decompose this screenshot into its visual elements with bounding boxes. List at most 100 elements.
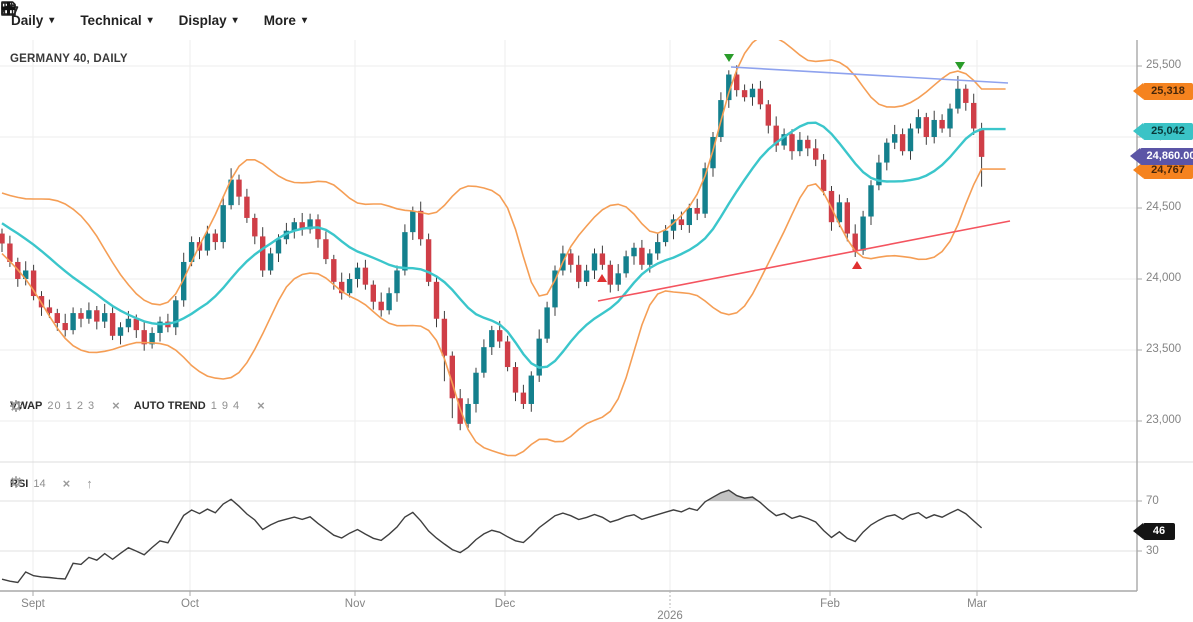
- candle-body: [465, 404, 470, 424]
- candle-body: [639, 248, 644, 265]
- candle-body: [371, 285, 376, 302]
- candle-body: [529, 376, 534, 404]
- candle-body: [513, 367, 518, 393]
- candle-body: [963, 89, 968, 103]
- x-axis-month-label: Mar: [967, 598, 987, 610]
- sell-signal-marker: [724, 54, 734, 62]
- x-axis-month-label: Sept: [21, 598, 45, 610]
- candle-body: [939, 120, 944, 129]
- rsi-badge-arrow: [1133, 523, 1143, 539]
- candle-body: [102, 313, 107, 322]
- vwap-indicator-params: 20 1 2 3: [47, 400, 95, 412]
- candle-body: [813, 148, 818, 159]
- candle-body: [0, 234, 5, 244]
- candle-body: [789, 134, 794, 151]
- auto-trend-indicator-params: 1 9 4: [211, 400, 240, 412]
- instrument-title: GERMANY 40, DAILY: [10, 53, 128, 65]
- candle-body: [323, 239, 328, 259]
- candle-body: [766, 104, 771, 125]
- candle-body: [379, 302, 384, 311]
- vwap-indicator-row: VWAP 20 1 2 3 × AUTO TREND 1 9 4 ×: [10, 400, 271, 412]
- candle-body: [947, 109, 952, 129]
- candle-body: [568, 253, 573, 264]
- candle-body: [916, 117, 921, 128]
- candle-body: [663, 231, 668, 242]
- candle-body: [900, 134, 905, 151]
- price-tag-arrow: [1130, 148, 1140, 164]
- candle-body: [576, 265, 581, 282]
- x-axis-month-label: Oct: [181, 598, 199, 610]
- candle-body: [213, 234, 218, 243]
- candle-body: [979, 128, 984, 156]
- rsi-line: [2, 490, 982, 582]
- candle-body: [489, 330, 494, 347]
- candle-body: [955, 89, 960, 109]
- x-axis-month-label: Feb: [820, 598, 840, 610]
- price-tag-arrow: [1133, 123, 1143, 139]
- price-tag: 25,318: [1143, 83, 1193, 100]
- candle-body: [78, 313, 83, 319]
- candle-body: [884, 143, 889, 163]
- candle-body: [750, 89, 755, 98]
- candle-body: [363, 268, 368, 285]
- candle-body: [442, 319, 447, 356]
- candle-body: [860, 217, 865, 251]
- arrow-up-icon[interactable]: ↑: [86, 476, 93, 491]
- candle-body: [647, 253, 652, 264]
- close-icon[interactable]: ×: [257, 401, 265, 411]
- candle-body: [268, 253, 273, 270]
- candle-body: [434, 282, 439, 319]
- candle-body: [410, 211, 415, 232]
- candle-body: [631, 248, 636, 257]
- x-axis-month-label: Dec: [495, 598, 515, 610]
- candle-body: [908, 128, 913, 151]
- candle-body: [537, 339, 542, 376]
- vwap-lower-band: [2, 169, 1006, 456]
- y-axis-label: 24,000: [1146, 272, 1181, 284]
- candle-body: [742, 90, 747, 97]
- candle-body: [623, 256, 628, 273]
- y-axis-label: 23,500: [1146, 343, 1181, 355]
- price-chart-canvas[interactable]: [0, 0, 1193, 617]
- close-icon[interactable]: ×: [63, 479, 71, 489]
- close-icon[interactable]: ×: [112, 401, 120, 411]
- candle-body: [70, 313, 75, 330]
- rsi-level-30: 30: [1146, 545, 1159, 557]
- candle-body: [687, 208, 692, 225]
- candle-body: [616, 273, 621, 284]
- candle-body: [655, 242, 660, 253]
- candle-body: [94, 310, 99, 321]
- candle-body: [386, 293, 391, 310]
- candle-body: [63, 323, 68, 330]
- candle-body: [86, 310, 91, 319]
- rsi-indicator-row: RSI 14 × ↑: [10, 476, 93, 491]
- candle-body: [695, 208, 700, 214]
- candle-body: [134, 319, 139, 330]
- rsi-level-70: 70: [1146, 495, 1159, 507]
- candle-body: [473, 373, 478, 404]
- candle-body: [252, 218, 257, 236]
- candle-body: [426, 239, 431, 282]
- candle-body: [608, 265, 613, 285]
- candle-body: [126, 319, 131, 328]
- candle-body: [758, 89, 763, 105]
- candle-body: [505, 341, 510, 367]
- candle-body: [845, 202, 850, 233]
- candle-body: [932, 120, 937, 137]
- candle-body: [497, 330, 502, 341]
- candle-body: [544, 307, 549, 338]
- y-axis-label: 25,500: [1146, 59, 1181, 71]
- price-tag-arrow: [1133, 83, 1143, 99]
- price-tag: 24,860.00: [1140, 148, 1193, 165]
- candle-body: [110, 313, 115, 336]
- y-axis-label: 23,000: [1146, 414, 1181, 426]
- candle-body: [797, 140, 802, 151]
- candle-body: [521, 393, 526, 404]
- candle-body: [418, 211, 423, 239]
- candle-body: [600, 253, 605, 264]
- candle-body: [260, 236, 265, 270]
- x-axis-year-label: 2026: [657, 610, 683, 622]
- candle-body: [244, 197, 249, 218]
- candle-body: [402, 232, 407, 270]
- candle-body: [331, 259, 336, 282]
